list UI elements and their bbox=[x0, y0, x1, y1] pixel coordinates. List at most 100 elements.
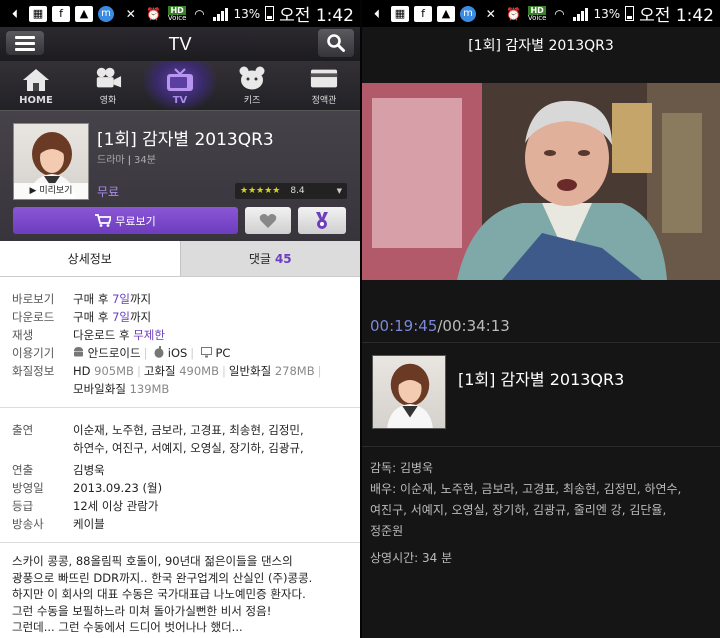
menu-icon-bar bbox=[15, 41, 35, 45]
grade-row: 등급 12세 이상 관람가 bbox=[12, 497, 348, 515]
playback-time: 00:19:45/00:34:13 bbox=[370, 317, 510, 335]
program-meta: 드라마 | 34분 bbox=[97, 155, 156, 166]
device-value: 안드로이드 | iOS | PC bbox=[73, 344, 348, 362]
home-icon bbox=[22, 68, 50, 92]
credits-section: 출연 이순재, 노주현, 금보라, 고경표, 최송현, 김정민, 하연수, 여진구… bbox=[0, 408, 360, 543]
like-button[interactable] bbox=[245, 207, 291, 234]
gallery-notification-icon: ▦ bbox=[391, 5, 409, 22]
video-player[interactable] bbox=[362, 83, 720, 280]
wifi-icon: ◠ bbox=[194, 6, 205, 21]
director-line: 감독: 김병욱 bbox=[370, 461, 434, 475]
direct-watch-value: 구매 후 7일까지 bbox=[73, 292, 152, 306]
description-line: 그런 수동을 보필하느라 미쳐 돌아가실뻔한 비서 정음! bbox=[12, 603, 272, 618]
battery-icon bbox=[625, 6, 635, 21]
description-line: 스카이 콩콩, 88올림픽 호돌이, 90년대 젊은이들을 댄스의 bbox=[12, 554, 293, 568]
director-label: 연출 bbox=[12, 463, 34, 477]
episode-thumbnail bbox=[372, 355, 446, 429]
image-notification-icon: ▲ bbox=[75, 5, 93, 22]
episode-title: [1회] 감자별 2013QR3 bbox=[458, 370, 625, 389]
alarm-icon: ⏰ bbox=[506, 6, 522, 21]
search-icon bbox=[327, 34, 345, 52]
status-bar: ⏴ ▦ f ▲ m ✕ ⏰ HD Voice ◠ 13% 오전 1:42 bbox=[362, 0, 720, 27]
subscription-card-icon bbox=[310, 66, 338, 90]
program-thumbnail[interactable]: ▶ 미리보기 bbox=[13, 123, 89, 200]
cast-row: 출연 이순재, 노주현, 금보라, 고경표, 최송현, 김정민, 하연수, 여진구… bbox=[12, 421, 348, 457]
rating-score: 8.4 bbox=[290, 186, 305, 196]
chevron-down-icon: ▼ bbox=[336, 187, 342, 195]
mute-icon: ✕ bbox=[485, 6, 496, 21]
kids-bear-icon bbox=[238, 66, 266, 90]
category-nav: HOME 영화 TV 키즈 정액관 bbox=[0, 61, 360, 111]
battery-percent: 13% bbox=[593, 6, 621, 21]
nav-movie-label: 영화 bbox=[99, 96, 117, 106]
free-watch-label: 무료보기 bbox=[115, 214, 156, 228]
nav-tv[interactable]: TV bbox=[144, 61, 216, 110]
nav-kids[interactable]: 키즈 bbox=[216, 61, 288, 110]
price-label: 무료 bbox=[97, 185, 120, 199]
mute-icon: ✕ bbox=[125, 6, 136, 21]
nav-subscription[interactable]: 정액관 bbox=[288, 61, 360, 110]
medal-icon bbox=[316, 211, 328, 229]
alarm-icon: ⏰ bbox=[146, 6, 162, 21]
separator bbox=[362, 342, 720, 343]
director-value: 김병욱 bbox=[73, 463, 105, 477]
preview-label: 미리보기 bbox=[39, 186, 73, 196]
tab-comments[interactable]: 댓글 45 bbox=[179, 241, 360, 276]
nav-movie[interactable]: 영화 bbox=[72, 61, 144, 110]
wifi-icon: ◠ bbox=[554, 6, 565, 21]
heart-icon bbox=[259, 213, 277, 228]
back-notification-icon: ⏴ bbox=[11, 6, 18, 21]
replay-row: 재생 다운로드 후 무제한 bbox=[12, 326, 348, 344]
comments-count: 45 bbox=[274, 251, 292, 266]
messenger-notification-icon: m bbox=[460, 5, 476, 22]
program-description: 스카이 콩콩, 88올림픽 호돌이, 90년대 젊은이들을 댄스의 광풍으로 빠… bbox=[0, 543, 360, 638]
facebook-notification-icon: f bbox=[52, 5, 70, 22]
program-duration: 34분 bbox=[133, 155, 156, 166]
grade-label: 등급 bbox=[12, 499, 34, 513]
director-row: 연출 김병욱 bbox=[12, 461, 348, 479]
battery-percent: 13% bbox=[233, 6, 261, 21]
cast-line: 정준원 bbox=[370, 524, 404, 538]
description-line: 그런데... 그런 수동에서 드디어 벗어나나 했더... bbox=[12, 620, 243, 634]
free-watch-button[interactable]: 무료보기 bbox=[13, 207, 238, 234]
monitor-icon bbox=[200, 347, 212, 358]
apple-icon bbox=[154, 346, 164, 358]
recommend-button[interactable] bbox=[298, 207, 346, 234]
hd-voice-badge: HD Voice bbox=[527, 5, 547, 22]
signal-icon bbox=[573, 7, 589, 21]
rating-stars: ★★★★★ bbox=[240, 186, 281, 196]
battery-icon bbox=[265, 6, 275, 21]
messenger-notification-icon: m bbox=[98, 5, 114, 22]
player-title: [1회] 감자별 2013QR3 bbox=[468, 38, 614, 54]
rating-dropdown[interactable]: ★★★★★ 8.4 ▼ bbox=[235, 183, 347, 199]
runtime-line: 상영시간: 34 분 bbox=[370, 551, 453, 565]
quality-row: 화질정보 HD 905MB | 고화질 490MB | 일반화질 278MB | 모바일화질… bbox=[12, 362, 348, 398]
search-button[interactable] bbox=[318, 29, 354, 57]
nav-subscription-label: 정액관 bbox=[311, 96, 337, 106]
preview-button[interactable]: ▶ 미리보기 bbox=[14, 183, 88, 199]
android-icon bbox=[74, 347, 83, 357]
cast-value: 이순재, 노주현, 금보라, 고경표, 최송현, 김정민, 하연수, 여진구, 서… bbox=[73, 423, 304, 455]
total-time: /00:34:13 bbox=[437, 317, 510, 335]
description-line: 광풍으로 빠뜨린 DDR까지.. 한국 완구업계의 산실인 (주)콩콩. bbox=[12, 570, 313, 585]
episode-credits: 감독: 김병욱 배우: 이순재, 노주현, 금보라, 고경표, 최송현, 김정민… bbox=[370, 458, 714, 569]
current-time: 00:19:45 bbox=[370, 317, 438, 335]
gallery-notification-icon: ▦ bbox=[29, 5, 47, 22]
device-row: 이용기기 안드로이드 | iOS | PC bbox=[12, 344, 348, 362]
app-header: TV bbox=[0, 27, 360, 61]
status-bar: ⏴ ▦ f ▲ m ✕ ⏰ HD Voice ◠ 13% 오전 1:42 bbox=[0, 0, 360, 27]
separator bbox=[362, 446, 720, 447]
grade-value: 12세 이상 관람가 bbox=[73, 499, 159, 513]
description-line: 하지만 이 회사의 대표 수동은 국가대표급 나노예민증 환자다. bbox=[12, 587, 306, 601]
nav-home[interactable]: HOME bbox=[0, 61, 72, 110]
detail-screen: ⏴ ▦ f ▲ m ✕ ⏰ HD Voice ◠ 13% 오전 1:42 TV H… bbox=[0, 0, 360, 638]
quality-label: 화질정보 bbox=[12, 364, 55, 378]
image-notification-icon: ▲ bbox=[437, 5, 455, 22]
quality-value: HD 905MB | 고화질 490MB | 일반화질 278MB | 모바일화질 139M… bbox=[73, 364, 322, 396]
menu-button[interactable] bbox=[6, 31, 44, 55]
tab-details-label: 상세정보 bbox=[67, 252, 112, 266]
airdate-value: 2013.09.23 (월) bbox=[73, 481, 163, 495]
airdate-label: 방영일 bbox=[12, 481, 44, 495]
direct-watch-row: 바로보기 구매 후 7일까지 bbox=[12, 290, 348, 308]
tab-details[interactable]: 상세정보 bbox=[0, 241, 180, 276]
